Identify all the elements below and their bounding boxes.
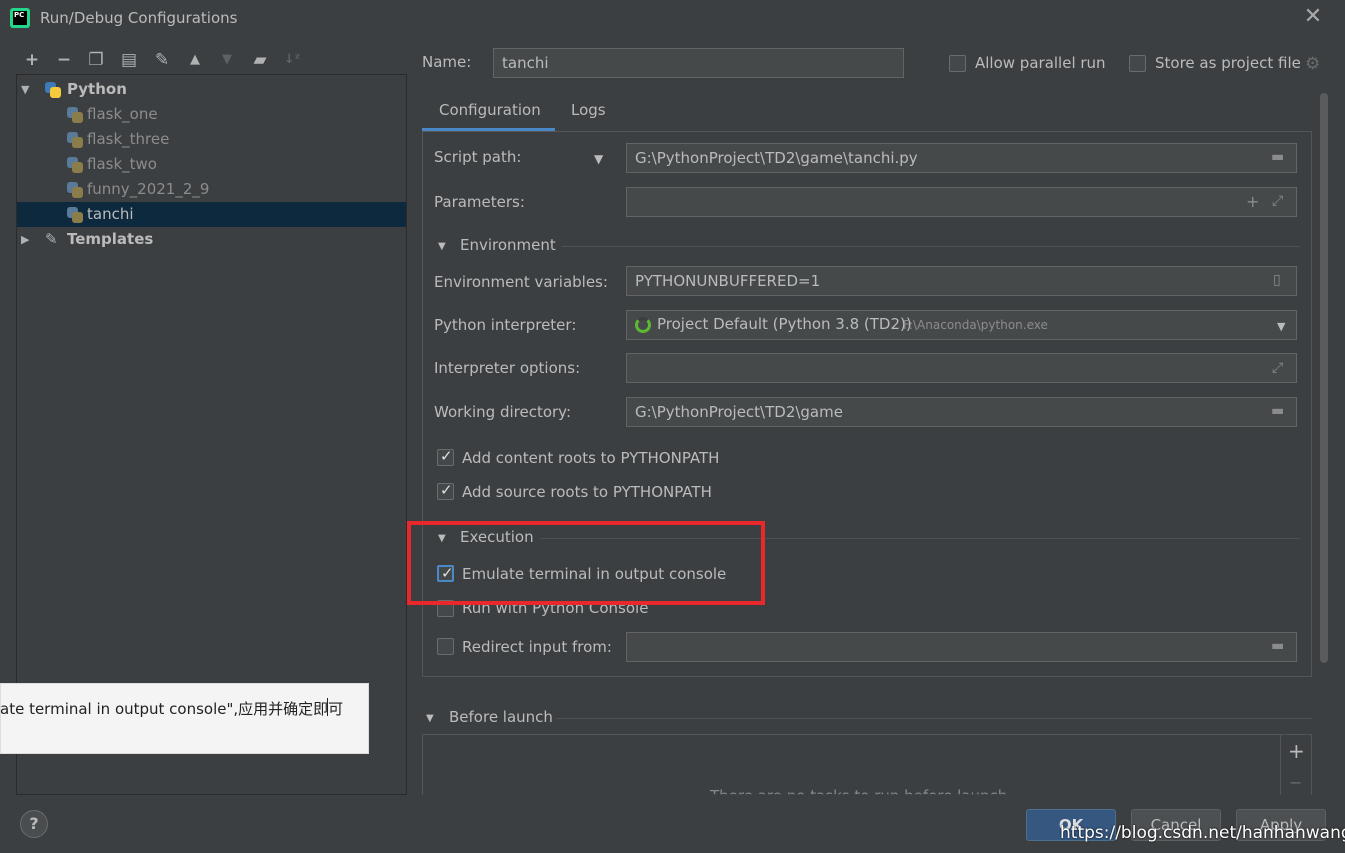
before-launch-list xyxy=(422,734,1312,795)
empty-tasks-message: There are no tasks to run before launch xyxy=(710,787,1008,805)
wrench-icon: ✎ xyxy=(45,230,58,248)
env-vars-input[interactable]: PYTHONUNBUFFERED=1 xyxy=(626,266,1297,296)
parameters-input[interactable] xyxy=(626,187,1297,217)
redirect-input-label: Redirect input from: xyxy=(462,638,612,656)
tree-item-tanchi[interactable]: tanchi xyxy=(17,202,406,227)
tree-group-label: Templates xyxy=(67,230,154,248)
python-icon xyxy=(67,157,83,173)
remove-icon[interactable]: − xyxy=(54,50,74,70)
loading-icon xyxy=(635,317,651,333)
script-type-dropdown-icon[interactable]: ▼ xyxy=(594,152,603,166)
redirect-input-checkbox[interactable] xyxy=(437,638,454,655)
list-icon[interactable]: ▯ xyxy=(1273,272,1281,288)
tree-item-label: flask_one xyxy=(87,105,158,123)
content-roots-checkbox[interactable] xyxy=(437,447,454,466)
help-button[interactable]: ? xyxy=(20,810,48,838)
arrow-down-icon: ▼ xyxy=(222,52,232,67)
tree-item-label: tanchi xyxy=(87,205,134,223)
env-vars-label: Environment variables: xyxy=(434,273,608,291)
environment-section-title: Environment xyxy=(460,236,556,254)
tree-group-label: Python xyxy=(67,80,127,98)
overlay-note-text: ate terminal in output console",应用并确定即可 xyxy=(0,700,344,718)
chevron-down-icon[interactable]: ▼ xyxy=(1277,320,1285,333)
redirect-input-field[interactable] xyxy=(626,632,1297,662)
interp-options-label: Interpreter options: xyxy=(434,359,581,377)
pycharm-app-icon: PC xyxy=(10,8,30,28)
working-dir-label: Working directory: xyxy=(434,403,572,421)
parameters-label: Parameters: xyxy=(434,193,525,211)
copy-icon[interactable]: ❐ xyxy=(86,50,106,70)
interpreter-label: Python interpreter: xyxy=(434,316,577,334)
tree-item-flask-two[interactable]: flask_two xyxy=(17,152,406,177)
wrench-icon[interactable]: ✎ xyxy=(152,50,172,70)
source-roots-label: Add source roots to PYTHONPATH xyxy=(462,483,712,501)
expand-icon[interactable]: ⤢ xyxy=(1272,193,1283,209)
before-launch-title: Before launch xyxy=(449,708,553,726)
expand-icon[interactable]: ⤢ xyxy=(1272,360,1283,376)
python-icon xyxy=(45,82,61,98)
name-label: Name: xyxy=(422,53,472,71)
tab-logs[interactable]: Logs xyxy=(571,96,606,131)
highlight-annotation xyxy=(407,521,765,605)
tab-configuration[interactable]: Configuration xyxy=(439,96,541,131)
folder-icon[interactable]: ▬ xyxy=(1271,149,1284,165)
python-icon xyxy=(67,182,83,198)
tree-item-label: funny_2021_2_9 xyxy=(87,180,210,198)
plus-icon[interactable]: + xyxy=(1246,192,1259,211)
save-icon[interactable]: ▤ xyxy=(119,50,139,70)
close-button[interactable]: ✕ xyxy=(1300,6,1326,30)
text-caret xyxy=(327,698,328,716)
expand-arrow-icon[interactable]: ▼ xyxy=(21,77,29,102)
arrow-up-icon[interactable]: ▲ xyxy=(185,50,205,70)
python-icon xyxy=(67,107,83,123)
collapse-arrow-icon[interactable]: ▼ xyxy=(438,241,446,252)
gear-icon[interactable]: ⚙ xyxy=(1305,54,1320,74)
store-project-label: Store as project file xyxy=(1155,54,1301,72)
tree-group-templates[interactable]: ▶ ✎ Templates xyxy=(17,227,406,252)
scrollbar[interactable] xyxy=(1320,93,1328,663)
source-roots-checkbox[interactable] xyxy=(437,481,454,500)
remove-task-icon: − xyxy=(1289,773,1303,792)
sort-icon: ↓ᶻ xyxy=(283,52,301,67)
add-task-icon[interactable]: + xyxy=(1288,739,1305,763)
expand-arrow-icon[interactable]: ▶ xyxy=(21,227,29,252)
allow-parallel-label: Allow parallel run xyxy=(975,54,1106,72)
script-path-label: Script path: xyxy=(434,148,522,166)
tree-item-label: flask_three xyxy=(87,130,170,148)
window-title: Run/Debug Configurations xyxy=(40,9,238,27)
working-dir-input[interactable]: G:\PythonProject\TD2\game xyxy=(626,397,1297,427)
add-icon[interactable]: + xyxy=(22,50,42,70)
store-project-checkbox[interactable] xyxy=(1129,55,1146,72)
interpreter-path: F:\Anaconda\python.exe xyxy=(903,318,1048,332)
section-divider xyxy=(556,718,1312,719)
tree-item-label: flask_two xyxy=(87,155,157,173)
watermark-text: https://blog.csdn.net/hanhanwanghaha xyxy=(1060,823,1345,843)
tree-item-funny[interactable]: funny_2021_2_9 xyxy=(17,177,406,202)
interp-options-input[interactable] xyxy=(626,353,1297,383)
python-icon xyxy=(67,132,83,148)
folder-icon[interactable]: ▬ xyxy=(1271,638,1284,654)
interpreter-value: Project Default (Python 3.8 (TD2)) xyxy=(657,315,912,333)
tree-item-flask-three[interactable]: flask_three xyxy=(17,127,406,152)
allow-parallel-checkbox[interactable] xyxy=(949,55,966,72)
section-divider xyxy=(562,246,1300,247)
script-path-input[interactable]: G:\PythonProject\TD2\game\tanchi.py xyxy=(626,143,1297,173)
folder-icon[interactable]: ▬ xyxy=(1271,403,1284,419)
python-icon xyxy=(67,207,83,223)
collapse-arrow-icon[interactable]: ▼ xyxy=(426,713,434,724)
name-input[interactable]: tanchi xyxy=(493,48,904,78)
tree-item-flask-one[interactable]: flask_one xyxy=(17,102,406,127)
folder-add-icon[interactable]: ▰ xyxy=(250,50,270,70)
content-roots-label: Add content roots to PYTHONPATH xyxy=(462,449,720,467)
tree-group-python[interactable]: ▼ Python xyxy=(17,77,406,102)
